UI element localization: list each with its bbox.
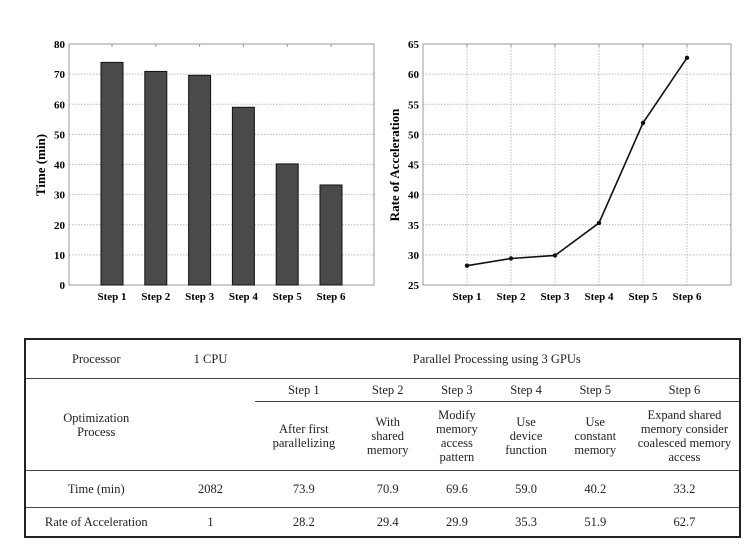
step-description: Use constant memory: [560, 401, 630, 471]
step-header: Step 1: [254, 378, 354, 402]
cell-value: 29.9: [445, 515, 468, 529]
x-tick-label: Step 2: [496, 291, 526, 303]
y-tick-label: 10: [54, 250, 66, 262]
cell-value: 28.2: [292, 515, 315, 529]
y-tick-label: 25: [408, 280, 420, 292]
cell-value: 59.0: [491, 470, 561, 508]
bar: [231, 106, 255, 286]
bar: [275, 163, 299, 286]
bar: [319, 184, 343, 286]
y-tick-label: 50: [408, 129, 420, 141]
cpu-value: 1: [207, 515, 214, 529]
y-tick-label: 45: [408, 160, 420, 172]
bar-y-axis-label: Time (min): [33, 134, 48, 196]
y-tick-label: 30: [54, 190, 66, 202]
x-tick-label: Step 3: [185, 291, 215, 303]
data-point: [464, 263, 470, 268]
cell-value: 73.9: [254, 470, 354, 508]
x-tick-label: Step 1: [97, 291, 126, 303]
optimization-process-label: Optimization Process: [26, 378, 167, 471]
y-tick-label: 65: [408, 39, 420, 51]
time-bar-chart: 0 10 20 30 40 50 60 70 80 Step 1 Step 2 Step 3 Step…: [33, 39, 732, 303]
cell-value: 69.6: [422, 470, 492, 508]
bar: [188, 74, 212, 286]
data-point: [508, 256, 514, 261]
data-point: [596, 220, 602, 226]
step-header: Step 6: [629, 378, 739, 402]
x-tick-label: Step 6: [316, 291, 346, 303]
cell-value: 33.2: [629, 470, 739, 508]
step-header: Step 4: [491, 378, 561, 402]
cell-value: 29.4: [376, 515, 399, 529]
step-header: Step 3: [422, 378, 492, 402]
line-y-axis-label: Rate of Acceleration: [387, 108, 402, 221]
x-tick-label: Step 6: [672, 291, 702, 303]
x-tick-label: Step 1: [452, 291, 481, 303]
x-tick-label: Step 4: [584, 291, 614, 303]
x-tick-label: Step 5: [628, 291, 658, 303]
processor-header: Processor: [26, 340, 167, 379]
cpu-header: 1 CPU: [166, 340, 255, 379]
row-label: Rate of Acceleration: [44, 515, 148, 529]
x-tick-label: Step 5: [273, 291, 303, 303]
cell-value: 40.2: [560, 470, 630, 508]
bar: [100, 61, 124, 286]
y-tick-label: 35: [408, 220, 420, 232]
y-tick-label: 70: [54, 69, 66, 81]
step-description: After first parallelizing: [254, 401, 354, 471]
data-point: [552, 253, 558, 258]
gpu-header: Parallel Processing using 3 GPUs: [254, 340, 739, 379]
data-point: [640, 120, 646, 126]
cpu-value: 2082: [166, 470, 255, 508]
series-line: [466, 57, 688, 267]
results-table: Processor 1 CPU Parallel Processing usin…: [24, 338, 741, 538]
cpu-optimization-cell: [166, 378, 255, 471]
y-tick-label: 0: [60, 280, 66, 292]
y-tick-label: 80: [54, 39, 66, 51]
row-label: Time (min): [26, 470, 167, 508]
cell-value: 70.9: [353, 470, 423, 508]
data-point: [684, 55, 690, 61]
y-tick-label: 55: [408, 99, 420, 111]
x-tick-label: Step 2: [141, 291, 171, 303]
x-tick-label: Step 3: [540, 291, 570, 303]
step-header: Step 2: [353, 378, 423, 402]
bar: [144, 70, 168, 286]
cell-value: 35.3: [515, 515, 538, 529]
y-tick-label: 40: [54, 160, 66, 172]
y-tick-label: 60: [54, 99, 66, 111]
table-row: Time (min) 2082 73.9 70.9 69.6 59.0 40.2…: [26, 470, 739, 508]
step-description: Expand shared memory consider coalesced …: [629, 401, 739, 471]
step-description: Use device function: [491, 401, 561, 471]
step-description: Modify memory access pattern: [422, 401, 492, 471]
step-description: With shared memory: [353, 401, 423, 471]
y-tick-label: 40: [408, 190, 420, 202]
y-tick-label: 60: [408, 69, 420, 81]
cell-value: 62.7: [673, 515, 696, 529]
cell-value: 51.9: [584, 515, 607, 529]
table-row: Rate of Acceleration 1 28.2 29.4 29.9 35…: [26, 508, 739, 537]
y-tick-label: 30: [408, 250, 420, 262]
step-header: Step 5: [560, 378, 630, 402]
x-tick-label: Step 4: [229, 291, 259, 303]
y-tick-label: 20: [54, 220, 66, 232]
y-tick-label: 50: [54, 129, 66, 141]
